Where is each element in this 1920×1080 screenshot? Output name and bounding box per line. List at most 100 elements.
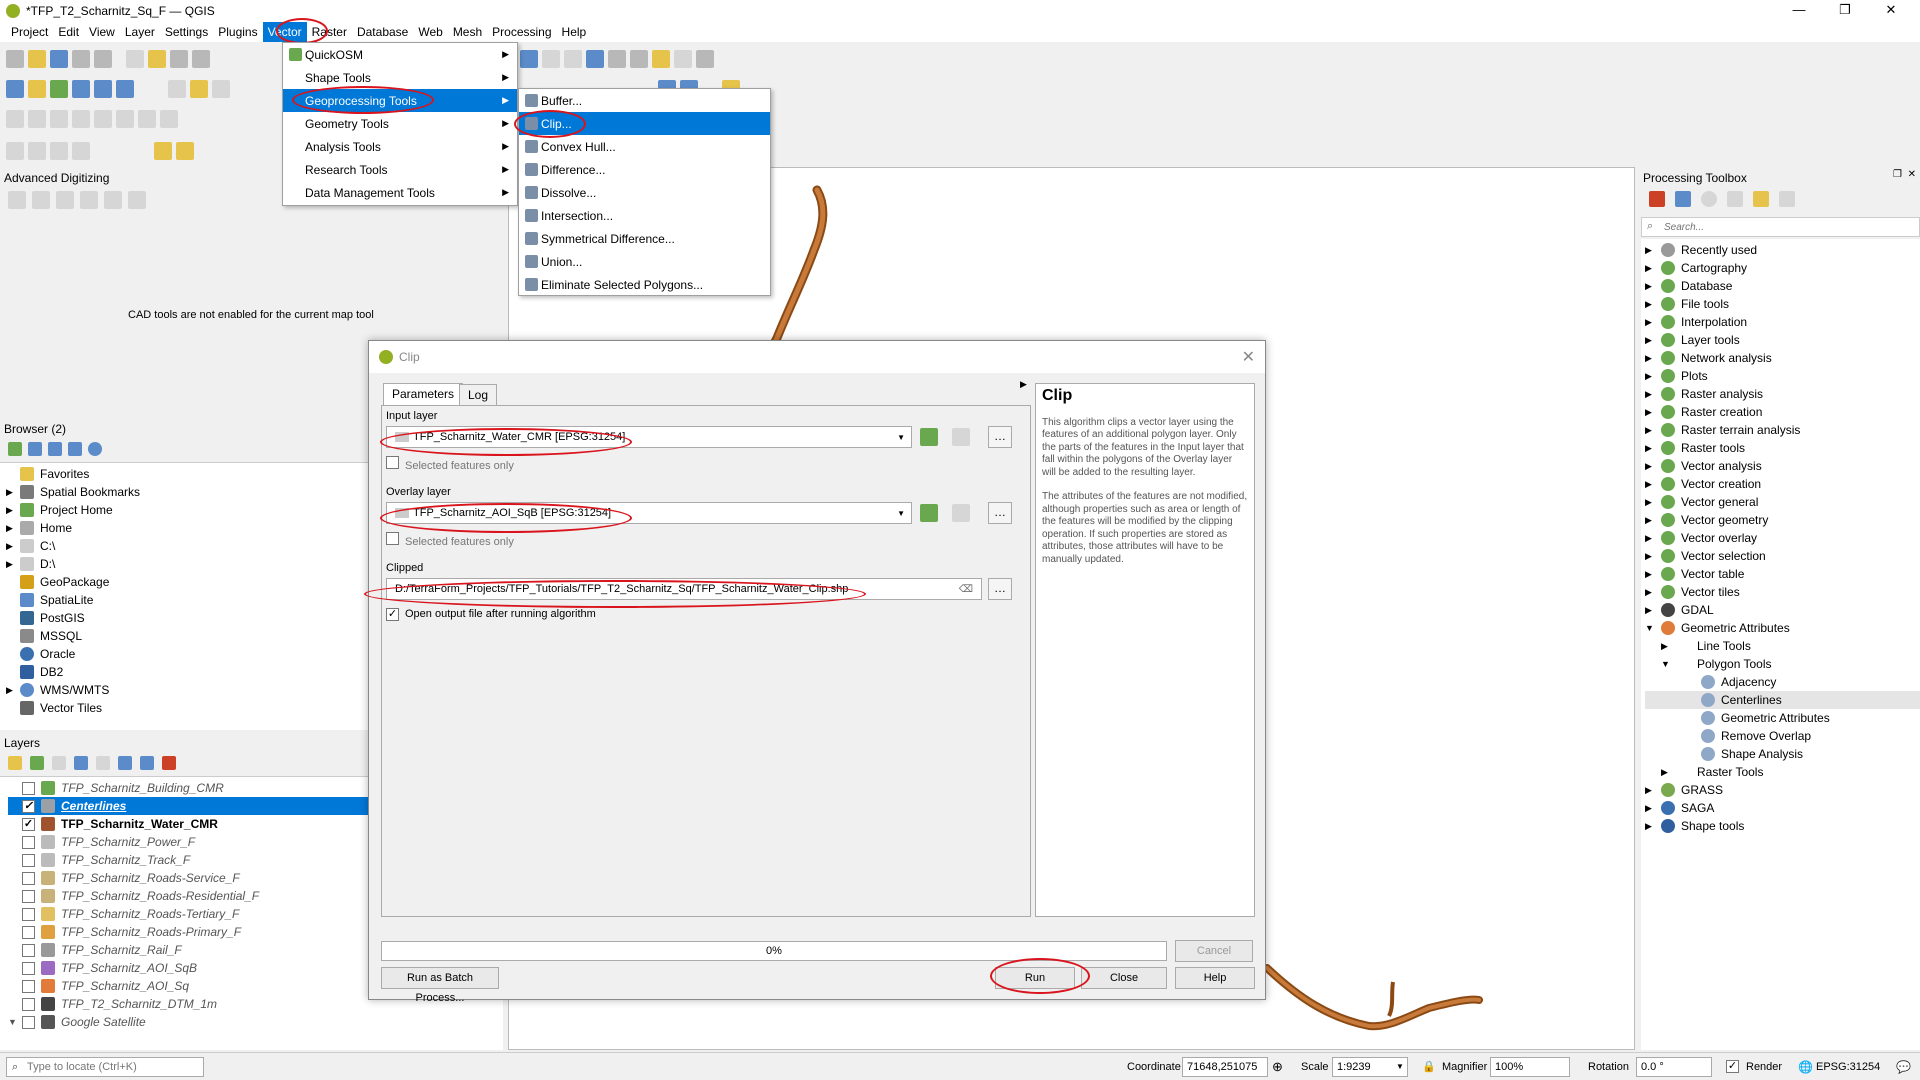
expander-icon[interactable]: ▶ [1645,335,1661,346]
toolbox-group-geometric-attributes[interactable]: ▼ Geometric Attributes [1645,619,1920,637]
select-features-icon[interactable] [6,142,24,160]
expander-icon[interactable]: ▶ [1645,515,1661,526]
layer-visibility-checkbox[interactable]: ✓ [22,799,35,813]
toolbox-group-raster-analysis[interactable]: ▶ Raster analysis [1645,385,1920,403]
browser-item-spatialite[interactable]: SpatiaLite [6,591,368,609]
cad-enable-icon[interactable] [8,191,26,209]
render-checkbox[interactable]: ✓ [1726,1060,1745,1073]
browser-item-vector-tiles[interactable]: Vector Tiles [6,699,368,717]
fill-ring-icon[interactable] [160,110,178,128]
print-layout-icon[interactable] [94,50,112,68]
help-button[interactable]: Help [1175,967,1255,989]
toolbox-group-raster-terrain-analysis[interactable]: ▶ Raster terrain analysis [1645,421,1920,439]
add-ring-icon[interactable] [116,110,134,128]
browser-item-postgis[interactable]: PostGIS [6,609,368,627]
geoprocessing-item-difference[interactable]: Difference... [519,158,770,181]
expander-icon[interactable]: ▶ [1645,389,1661,400]
toolbox-algorithm-geometric-attributes[interactable]: Geometric Attributes [1645,709,1920,727]
vector-menu-item-research-tools[interactable]: Research Tools ▶ [283,158,517,181]
rotate-feature-icon[interactable] [72,110,90,128]
expander-icon[interactable]: ▶ [1645,281,1661,292]
expander-icon[interactable]: ▶ [1645,803,1661,814]
zoom-in-icon[interactable] [170,50,188,68]
vector-menu-item-geometry-tools[interactable]: Geometry Tools ▶ [283,112,517,135]
manage-themes-icon[interactable] [52,756,66,770]
history-icon[interactable] [1701,191,1717,207]
edit-features-in-place-icon[interactable] [1753,191,1769,207]
expander-icon[interactable]: ▼ [1661,659,1677,669]
expander-icon[interactable]: ▶ [1645,299,1661,310]
browser-item-favorites[interactable]: Favorites [6,465,368,483]
rotation-field[interactable]: 0.0 ° [1636,1057,1712,1077]
options-icon[interactable] [1779,191,1795,207]
input-selected-only-checkbox[interactable] [386,456,399,469]
layer-visibility-checkbox[interactable] [22,961,35,975]
close-dialog-icon[interactable]: ✕ [1242,347,1255,367]
models-icon[interactable] [1649,191,1665,207]
deselect-icon[interactable] [50,142,68,160]
expander-icon[interactable]: ▼ [1645,623,1661,633]
lock-icon[interactable]: 🔒 [1422,1060,1436,1073]
browser-item-home[interactable]: ▶ Home [6,519,368,537]
geoprocessing-item-eliminate-selected-polygons[interactable]: Eliminate Selected Polygons... [519,273,770,296]
results-viewer-icon[interactable] [1727,191,1743,207]
browser-item-spatial-bookmarks[interactable]: ▶ Spatial Bookmarks [6,483,368,501]
coordinate-field[interactable]: 71648,251075 [1182,1057,1268,1077]
iterate-icon[interactable] [920,504,938,522]
style-manager-icon[interactable] [8,756,22,770]
layer-visibility-checkbox[interactable] [22,781,35,795]
crs-label[interactable]: EPSG:31254 [1816,1061,1880,1073]
toolbox-group-recently-used[interactable]: ▶ Recently used [1645,241,1920,259]
iterate-icon[interactable] [920,428,938,446]
add-selected-layers-icon[interactable] [8,442,22,456]
toolbox-group-vector-geometry[interactable]: ▶ Vector geometry [1645,511,1920,529]
expander-icon[interactable]: ▶ [1645,353,1661,364]
save-edits-icon[interactable] [212,80,230,98]
browser-item-c-drive[interactable]: ▶ C:\ [6,537,368,555]
expander-icon[interactable]: ▼ [8,1017,22,1027]
browser-item-project-home[interactable]: ▶ Project Home [6,501,368,519]
annotation-icon[interactable] [696,50,714,68]
messages-icon[interactable]: 💬 [1896,1060,1911,1074]
cad-settings-icon[interactable] [104,191,122,209]
vector-menu-item-geoprocessing-tools[interactable]: Geoprocessing Tools ▶ [283,89,517,112]
toolbox-group-saga[interactable]: ▶ SAGA [1645,799,1920,817]
menu-raster[interactable]: Raster [307,22,352,42]
menu-project[interactable]: Project [6,22,53,42]
close-button[interactable]: Close [1081,967,1167,989]
toolbox-group-network-analysis[interactable]: ▶ Network analysis [1645,349,1920,367]
toolbox-group-cartography[interactable]: ▶ Cartography [1645,259,1920,277]
expander-icon[interactable]: ▶ [1645,461,1661,472]
expander-icon[interactable]: ▶ [1645,425,1661,436]
toggle-extents-icon[interactable]: ⊕ [1272,1059,1283,1075]
select-by-value-icon[interactable] [28,142,46,160]
toolbox-algorithm-remove-overlap[interactable]: Remove Overlap [1645,727,1920,745]
layer-row[interactable]: ▼ Google Satellite [8,1013,503,1031]
refresh-browser-icon[interactable] [28,442,42,456]
digitize-icon[interactable] [190,80,208,98]
toolbox-algorithm-shape-analysis[interactable]: Shape Analysis [1645,745,1920,763]
identify-icon[interactable] [520,50,538,68]
layer-visibility-checkbox[interactable] [22,943,35,957]
geoprocessing-item-buffer[interactable]: Buffer... [519,89,770,112]
toolbox-group-vector-selection[interactable]: ▶ Vector selection [1645,547,1920,565]
vector-menu-item-data-management-tools[interactable]: Data Management Tools ▶ [283,181,517,204]
clipped-output-field[interactable]: D:/TerraForm_Projects/TFP_Tutorials/TFP_… [386,578,982,600]
toolbox-group-raster-tools[interactable]: ▶ Raster tools [1645,439,1920,457]
geoprocessing-item-dissolve[interactable]: Dissolve... [519,181,770,204]
browser-item-mssql[interactable]: MSSQL [6,627,368,645]
layer-visibility-checkbox[interactable] [22,997,35,1011]
toolbox-group-grass[interactable]: ▶ GRASS [1645,781,1920,799]
locator-field[interactable]: ⌕ Type to locate (Ctrl+K) [6,1057,204,1077]
menu-mesh[interactable]: Mesh [448,22,487,42]
overlay-browse-button[interactable]: … [988,502,1012,524]
filter-browser-icon[interactable] [48,442,62,456]
clipped-browse-button[interactable]: … [988,578,1012,600]
vector-menu-item-analysis-tools[interactable]: Analysis Tools ▶ [283,135,517,158]
expander-icon[interactable]: ▶ [1645,821,1661,832]
label-tool-icon[interactable] [72,142,90,160]
input-layer-select[interactable]: TFP_Scharnitz_Water_CMR [EPSG:31254] ▼ [386,426,912,448]
close-panel-icon[interactable]: ✕ [1908,169,1916,180]
collapse-help-icon[interactable]: ▶ [1020,379,1027,390]
cancel-button[interactable]: Cancel [1175,940,1253,962]
